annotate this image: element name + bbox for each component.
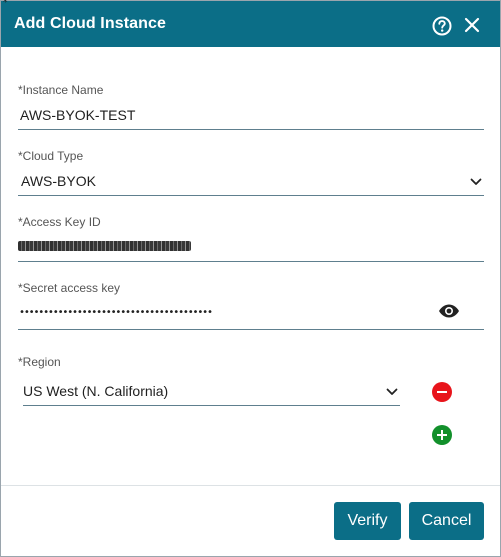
help-circle-icon[interactable] [432,16,452,36]
secret-access-key-input[interactable]: •••••••••••••••••••••••••••••••••••••••• [19,307,213,318]
secret-access-key-label: *Secret access key [18,281,121,295]
cloud-type-label: *Cloud Type [18,149,84,163]
region-label: *Region [18,355,61,369]
remove-region-button[interactable] [432,382,452,402]
region-underline [23,405,400,406]
dialog-title: Add Cloud Instance [14,15,167,32]
add-region-button[interactable] [432,425,452,445]
chevron-down-icon[interactable] [386,388,398,396]
dialog-header: * Add Cloud Instance [1,0,500,47]
access-key-id-label: *Access Key ID [18,215,101,229]
cancel-button[interactable]: Cancel [409,502,484,540]
instance-name-field[interactable]: *Instance Name AWS-BYOK-TEST [18,83,484,133]
access-key-id-underline [18,261,484,262]
region-dropdown[interactable]: US West (N. California) [23,382,400,408]
cloud-type-select[interactable]: *Cloud Type AWS-BYOK [18,149,484,199]
chevron-down-icon[interactable] [470,178,482,186]
add-cloud-instance-dialog: * Add Cloud Instance *Instance Name AWS-… [0,0,501,557]
cloud-type-underline [18,195,484,196]
secret-access-key-field[interactable]: *Secret access key •••••••••••••••••••••… [18,281,484,331]
access-key-id-redacted-value[interactable] [18,241,191,251]
footer-divider [1,485,500,486]
eye-icon[interactable] [438,304,460,318]
corner-mark: * [3,0,8,8]
instance-name-underline [18,129,484,130]
instance-name-label: *Instance Name [18,83,104,97]
instance-name-input[interactable]: AWS-BYOK-TEST [20,107,135,123]
verify-button[interactable]: Verify [334,502,401,540]
cloud-type-value[interactable]: AWS-BYOK [21,173,96,189]
close-icon[interactable] [464,17,480,33]
secret-access-key-underline [18,329,484,330]
access-key-id-field[interactable]: *Access Key ID [18,215,484,265]
region-value[interactable]: US West (N. California) [23,383,168,399]
